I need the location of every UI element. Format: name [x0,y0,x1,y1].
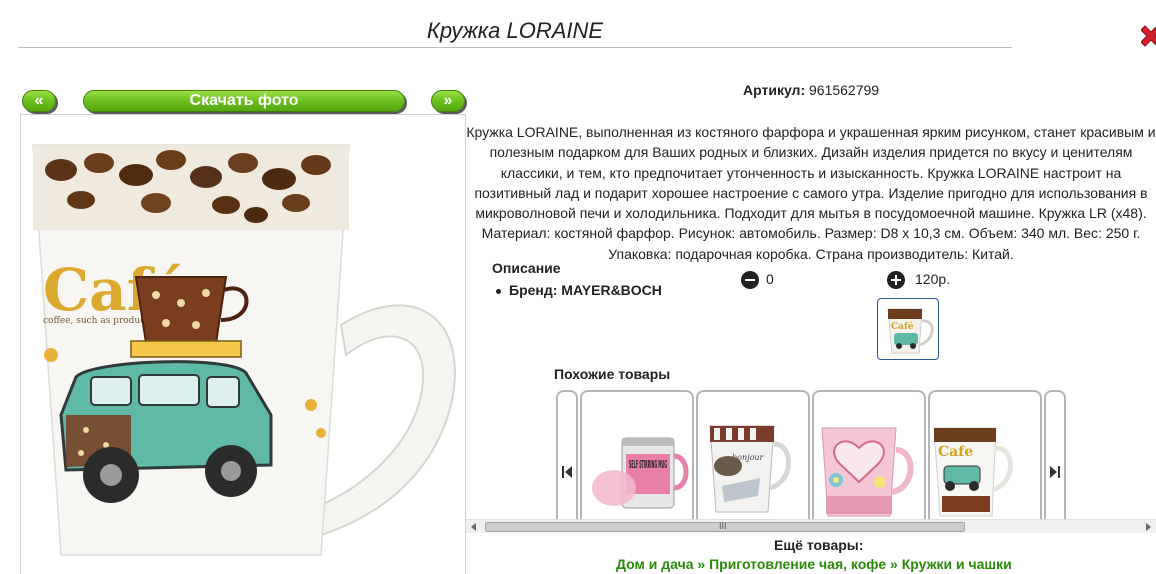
breadcrumb-link[interactable]: Кружки и чашки [902,556,1012,572]
svg-text:Café: Café [891,321,914,332]
photo-thumbnail[interactable]: Café [877,298,939,360]
breadcrumb: Дом и дача » Приготовление чая, кофе » К… [616,556,1012,572]
similar-item-card[interactable] [812,390,926,520]
similar-item-card[interactable]: SELF STIRRING MUG [580,390,694,520]
more-heading: Ещё товары: [774,537,864,553]
self-stirring-mug-image: SELF STIRRING MUG [592,437,689,509]
sku-value: 961562799 [809,82,880,98]
price: 120р. [915,271,951,287]
brand-item: Бренд: MAYER&BOCH [496,282,662,298]
scrollbar-thumb[interactable]: III [485,521,965,532]
sku-label: Артикул: [743,82,806,98]
breadcrumb-separator: » [697,556,706,572]
page-title: Кружка LORAINE [18,16,1012,48]
sku: Артикул: 961562799 [743,82,879,98]
similar-item-card[interactable]: bonjour [696,390,810,520]
breadcrumb-separator: » [890,556,898,572]
close-icon[interactable] [1141,20,1156,52]
quantity-value: 0 [766,271,774,287]
brand-text: Бренд: MAYER&BOCH [509,282,662,298]
skip-back-icon [562,466,572,478]
horizontal-scrollbar[interactable]: III [466,519,1156,533]
thumbnail-image: Café [887,308,934,354]
scroll-right-icon[interactable] [1146,523,1151,531]
card-label: Cafe [938,444,973,460]
plus-icon[interactable] [887,271,905,289]
grip-icon: III [719,521,727,531]
carousel-next-button[interactable] [1044,390,1066,520]
bullet-icon [496,288,501,294]
similar-heading: Похожие товары [554,366,671,382]
card-label: SELF STIRRING MUG [629,458,667,471]
cafe-mug-image: Cafe [933,427,1013,517]
breadcrumb-link[interactable]: Приготовление чая, кофе [709,556,886,572]
mug-image: Café coffee, such as product life [32,144,456,556]
product-description: Кружка LORAINE, выполненная из костяного… [466,124,1156,262]
breadcrumb-link[interactable]: Дом и дача [616,556,694,572]
carousel-prev-button[interactable] [556,390,578,520]
similar-item-card[interactable]: Cafe [928,390,1042,520]
next-photo-button[interactable]: » [431,90,465,112]
heart-mug-image [821,427,914,517]
product-photo: Café coffee, such as product life [20,114,466,574]
minus-icon[interactable] [741,271,759,289]
description-heading: Описание [492,260,561,276]
prev-photo-button[interactable]: « [22,90,56,112]
download-photo-button[interactable]: Скачать фото [83,90,405,112]
scroll-left-icon[interactable] [471,523,476,531]
bonjour-mug-image: bonjour [709,425,791,513]
skip-forward-icon [1050,466,1060,478]
